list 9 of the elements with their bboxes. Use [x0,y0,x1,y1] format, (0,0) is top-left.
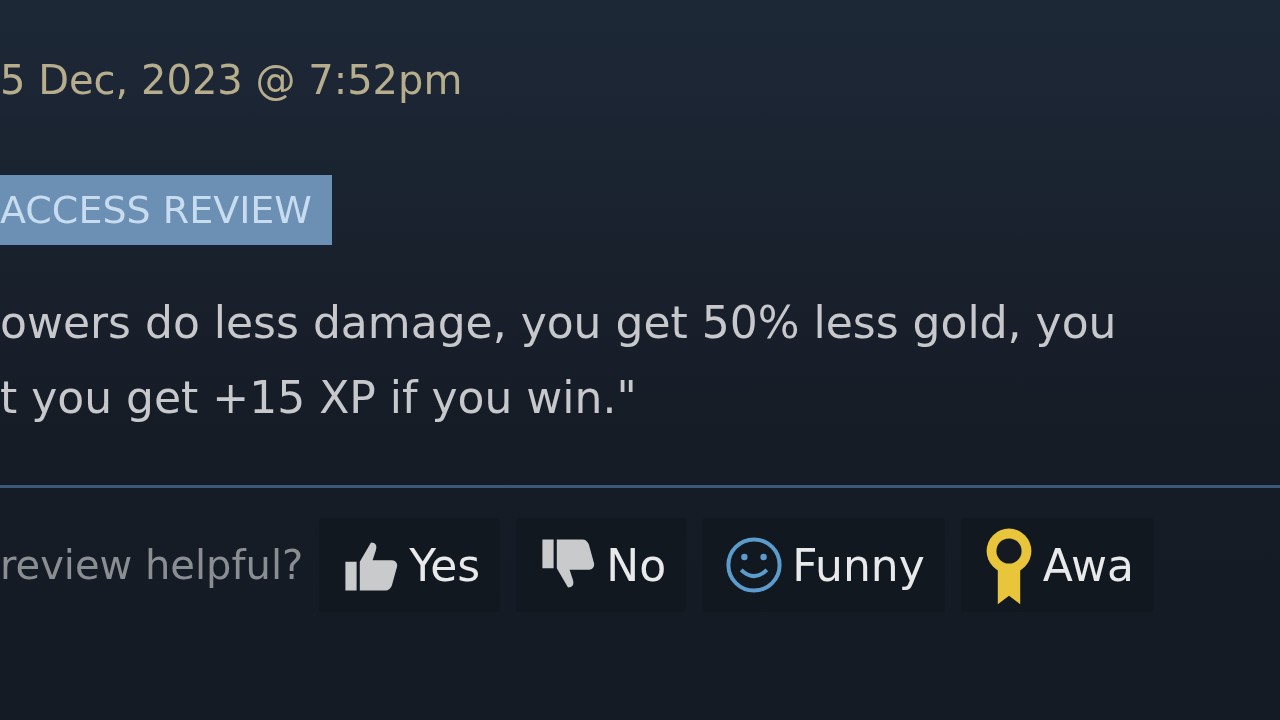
helpful-prompt: review helpful? [0,542,304,588]
funny-button[interactable]: Funny [702,518,945,612]
review-text: t you get +15 XP if you win." [0,371,638,425]
review-date: 5 Dec, 2023 @ 7:52pm [0,56,464,105]
review-text: owers do less damage, you get 50% less gold, you [0,296,1118,350]
yes-button[interactable]: Yes [319,518,501,612]
early-access-badge: ACCESS REVIEW [0,175,332,245]
no-button[interactable]: No [516,518,687,612]
award-button[interactable]: Awa [960,518,1154,612]
